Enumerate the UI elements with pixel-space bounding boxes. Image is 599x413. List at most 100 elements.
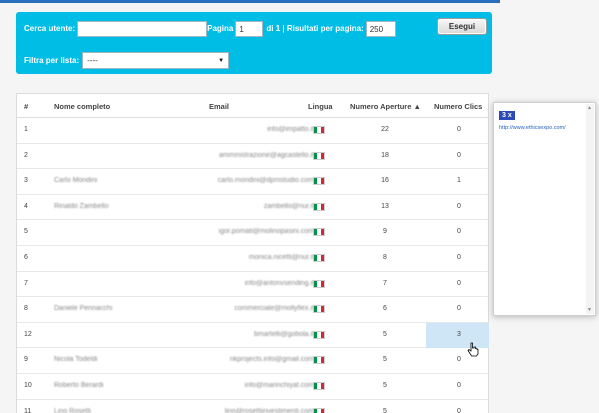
table-row[interactable]: 12 bmartelli@gobola.it 5 3 [17, 322, 489, 349]
row-index: 9 [24, 356, 28, 364]
per-page-input[interactable]: 250 [365, 20, 396, 37]
italian-flag-icon [313, 407, 325, 413]
click-count-badge: 3 x [499, 111, 515, 120]
row-email: nkprojects.info@gmail.com [229, 356, 314, 364]
page-input[interactable]: 1 [235, 20, 264, 37]
italian-flag-icon [313, 356, 325, 365]
filter-panel: Cerca utente: Pagina 1 di 1 | Risultati … [16, 12, 492, 74]
row-email: igor.pomati@molinopasini.com [218, 228, 314, 236]
row-clicks[interactable]: 0 [439, 356, 479, 363]
row-email: bmartelli@gobola.it [253, 330, 314, 338]
row-clicks[interactable]: 0 [439, 382, 479, 389]
search-input[interactable] [77, 20, 208, 37]
table-header: # Nome completo Email Lingua Numero Aper… [17, 94, 488, 118]
italian-flag-icon [313, 305, 325, 314]
italian-flag-icon [313, 330, 325, 339]
row-clicks[interactable]: 0 [439, 280, 479, 287]
row-name: Lino Rosetti [54, 407, 91, 413]
list-filter-select[interactable]: ---- ▼ [82, 52, 230, 69]
table-row[interactable]: 7 info@antonvsending.it 7 0 [17, 272, 488, 298]
table-row[interactable]: 9 Nicola Todeldi nkprojects.info@gmail.com… [17, 348, 488, 374]
row-opens: 8 [383, 254, 387, 261]
table-row[interactable]: 1 info@impatto.it 22 0 [17, 118, 488, 144]
row-opens: 22 [381, 126, 389, 133]
row-index: 8 [24, 305, 28, 313]
row-clicks[interactable]: 1 [439, 177, 479, 184]
table-row[interactable]: 6 monica.nicetti@nur.it 8 0 [17, 246, 488, 272]
row-index: 10 [24, 382, 32, 389]
row-name: Daniele Pennacchi [54, 305, 113, 313]
row-index: 12 [24, 330, 32, 338]
row-name: Rinaldo Zambello [54, 202, 109, 210]
italian-flag-icon [313, 228, 325, 237]
list-filter-value: ---- [87, 56, 98, 65]
table-row[interactable]: 5 igor.pomati@molinopasini.com 9 0 [17, 220, 488, 246]
table-row[interactable]: 11 Lino Rosetti lino@rosettiinvestimenti.c… [17, 400, 488, 413]
row-index: 3 [24, 177, 28, 185]
row-opens: 9 [383, 228, 387, 236]
row-opens: 6 [383, 305, 387, 313]
row-email: info@marinchiyat.com [244, 382, 314, 389]
row-name: Roberto Berardi [54, 382, 104, 389]
row-clicks[interactable]: 0 [439, 254, 479, 261]
header-clicks[interactable]: Numero Clics [434, 102, 482, 111]
header-index: # [24, 102, 29, 111]
search-label: Cerca utente: [24, 24, 76, 33]
row-name: Carlo Mondini [54, 177, 98, 185]
row-clicks[interactable]: 0 [439, 228, 479, 235]
italian-flag-icon [313, 126, 325, 134]
row-clicks[interactable]: 0 [439, 305, 479, 312]
row-opens: 5 [383, 330, 387, 338]
page-label: Pagina [207, 24, 234, 33]
italian-flag-icon [313, 254, 325, 262]
table-row[interactable]: 2 amministrazione@agcastello.it 18 0 [17, 144, 488, 170]
header-email[interactable]: Email [209, 102, 229, 111]
row-opens: 5 [383, 407, 387, 413]
row-index: 4 [24, 202, 28, 210]
row-name: Nicola Todeldi [54, 356, 98, 364]
header-language[interactable]: Lingua [308, 102, 333, 111]
list-filter-row: Filtra per lista: ---- ▼ [24, 52, 230, 69]
row-index: 11 [24, 407, 32, 413]
row-index: 2 [24, 151, 28, 159]
header-name[interactable]: Nome completo [54, 102, 110, 111]
row-opens: 5 [383, 356, 387, 364]
row-index: 7 [24, 279, 28, 287]
row-opens: 18 [381, 151, 389, 159]
row-email: amministrazione@agcastello.it [218, 151, 314, 159]
row-email: info@impatto.it [267, 126, 314, 133]
row-clicks[interactable]: 3 [439, 331, 479, 338]
click-details-popup: 3 x http://www.ethicsexpo.com/ ▲ ▼ [493, 102, 596, 316]
row-email: lino@rosettiinvestimenti.com [224, 407, 314, 413]
row-opens: 16 [381, 177, 389, 185]
row-clicks[interactable]: 0 [439, 408, 479, 413]
row-opens: 7 [383, 279, 387, 287]
top-accent-bar [0, 0, 500, 3]
row-clicks[interactable]: 0 [439, 203, 479, 210]
italian-flag-icon [313, 151, 325, 160]
search-row: Cerca utente: Pagina 1 di 1 | Risultati … [24, 20, 396, 37]
row-clicks[interactable]: 0 [439, 126, 479, 133]
run-button[interactable]: Esegui [437, 18, 487, 35]
table-row[interactable]: 8 Daniele Pennacchi commerciale@mollyflex.… [17, 297, 488, 323]
row-email: monica.nicetti@nur.it [248, 254, 314, 261]
italian-flag-icon [313, 279, 325, 288]
scroll-up-icon[interactable]: ▲ [587, 105, 592, 111]
italian-flag-icon [313, 202, 325, 211]
row-index: 1 [24, 126, 28, 133]
table-row[interactable]: 4 Rinaldo Zambello zambello@nur.it 13 0 [17, 195, 488, 221]
scroll-down-icon[interactable]: ▼ [587, 307, 592, 313]
italian-flag-icon [313, 177, 325, 186]
table-row[interactable]: 3 Carlo Mondini carlo.mondini@dpmstudio.co… [17, 169, 488, 195]
clicked-link[interactable]: http://www.ethicsexpo.com/ [499, 125, 566, 131]
row-email: carlo.mondini@dpmstudio.com [217, 177, 314, 185]
popup-scrollbar[interactable]: ▲ ▼ [586, 104, 594, 314]
header-opens[interactable]: Numero Aperture ▲ [350, 102, 421, 111]
row-opens: 5 [383, 382, 387, 389]
table-row[interactable]: 10 Roberto Berardi info@marinchiyat.com 5 0 [17, 374, 488, 400]
chevron-down-icon: ▼ [218, 57, 225, 64]
row-index: 5 [24, 228, 28, 236]
row-email: commerciale@mollyflex.it [234, 305, 314, 313]
results-table: # Nome completo Email Lingua Numero Aper… [16, 93, 489, 413]
row-clicks[interactable]: 0 [439, 152, 479, 159]
